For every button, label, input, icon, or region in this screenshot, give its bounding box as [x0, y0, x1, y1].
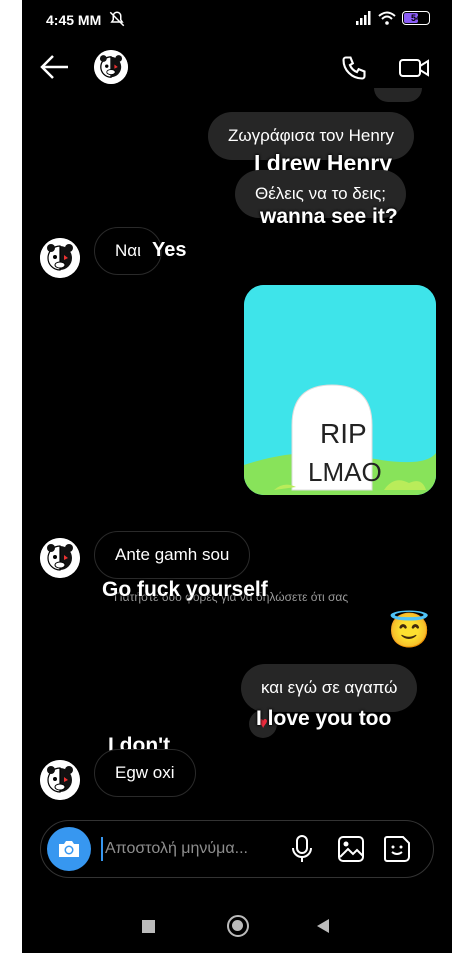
sent-emoji-message[interactable]: 😇 — [388, 611, 430, 651]
sticker-icon[interactable] — [383, 835, 411, 863]
caption-overlay: I love you too — [256, 707, 392, 730]
message-text: Egw oxi — [115, 763, 175, 782]
signal-icon — [356, 11, 371, 25]
gallery-icon[interactable] — [337, 835, 365, 863]
message-input[interactable]: Αποστολή μηνύμα... — [105, 840, 248, 858]
contact-avatar-small[interactable] — [40, 760, 80, 800]
image-text-rip: RIP — [320, 418, 367, 449]
monokuma-avatar-icon — [40, 538, 80, 578]
message-text: και εγώ σε αγαπώ — [261, 678, 398, 697]
chat-screen: 4:45 MM 54 Ζωγράφισα τον Henry I drew He… — [22, 0, 452, 953]
sent-message[interactable]: και εγώ σε αγαπώ — [241, 664, 418, 712]
monokuma-avatar-icon — [40, 760, 80, 800]
microphone-icon[interactable] — [291, 835, 313, 863]
battery-icon: 54 — [402, 11, 430, 25]
received-message[interactable]: Egw oxi — [94, 749, 196, 797]
recents-button[interactable] — [142, 920, 155, 933]
previous-message-edge — [374, 88, 422, 102]
status-bar: 4:45 MM 54 — [22, 0, 452, 40]
message-text: Ναι — [115, 241, 141, 260]
message-composer: Αποστολή μηνύμα... — [40, 820, 434, 878]
contact-avatar-small[interactable] — [40, 538, 80, 578]
received-message[interactable]: Ante gamh sou — [94, 531, 251, 579]
text-cursor — [101, 837, 103, 861]
camera-icon — [59, 841, 79, 857]
message-text: Ζωγράφισα τον Henry — [228, 126, 394, 145]
mute-bell-icon — [109, 11, 125, 27]
phone-call-icon[interactable] — [340, 54, 368, 82]
system-nav-bar — [22, 900, 452, 953]
contact-avatar-small[interactable] — [40, 238, 80, 278]
wifi-icon — [378, 11, 396, 25]
drawing-image-message[interactable]: RIP LMAO — [244, 285, 436, 495]
contact-avatar[interactable] — [94, 50, 128, 84]
message-text: Ante gamh sou — [115, 545, 230, 564]
caption-overlay: Yes — [152, 239, 187, 261]
message-text: Θέλεις να το δεις; — [255, 184, 387, 203]
image-text-lmao: LMAO — [308, 457, 382, 487]
camera-button[interactable] — [47, 827, 91, 871]
video-call-icon[interactable] — [398, 54, 430, 82]
status-icons: 54 — [356, 11, 430, 25]
monokuma-avatar-icon — [94, 50, 128, 84]
caption-overlay: wanna see it? — [260, 205, 398, 228]
battery-level: 54 — [410, 13, 421, 23]
home-button[interactable] — [227, 915, 249, 937]
rip-tombstone-drawing: RIP LMAO — [244, 285, 436, 495]
back-arrow-icon[interactable] — [40, 54, 70, 80]
back-triangle-icon[interactable] — [316, 918, 330, 934]
caption-overlay: Go fuck yourself — [102, 578, 268, 601]
status-time: 4:45 MM — [46, 12, 102, 28]
monokuma-avatar-icon — [40, 238, 80, 278]
